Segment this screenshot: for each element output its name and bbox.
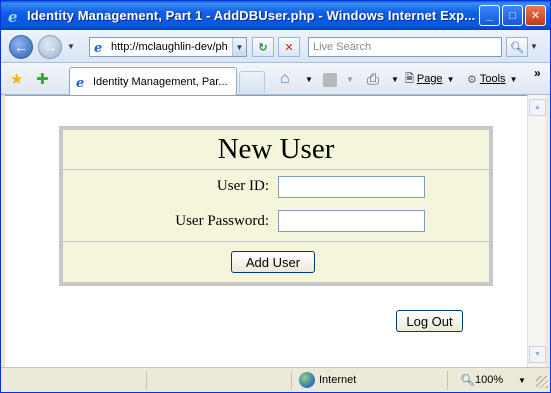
svg-text:e: e — [76, 76, 84, 89]
tab-identity-management[interactable]: e Identity Management, Par... — [69, 67, 237, 95]
close-icon: ✕ — [530, 10, 541, 22]
command-bar: ★ ✚ e Identity Management, Par... ⌂ ▼ ▼ … — [1, 63, 550, 95]
tools-menu-label: Tools — [479, 73, 506, 85]
tab-label: Identity Management, Par... — [93, 75, 228, 88]
navigation-bar: ← → ▼ e http://mclaughlin-dev/ph ▼ ↻ ✕ L… — [1, 30, 550, 63]
page-menu-label: Page — [416, 73, 443, 85]
search-button[interactable]: 🔍︎ — [506, 37, 528, 57]
page-icon: 🗎 — [405, 72, 414, 85]
security-zone-label: Internet — [319, 374, 357, 386]
gear-icon: ⚙ — [467, 73, 477, 86]
scroll-up-icon[interactable]: ▲ — [529, 99, 546, 116]
zoom-icon[interactable]: 🔍︎ — [460, 373, 475, 387]
add-favorites-icon[interactable]: ✚ — [36, 70, 49, 88]
form-title: New User — [63, 130, 489, 170]
search-input[interactable]: Live Search — [308, 37, 502, 57]
refresh-button[interactable]: ↻ — [252, 37, 274, 57]
home-icon[interactable]: ⌂ — [280, 69, 290, 89]
zoom-dropdown-icon[interactable]: ▼ — [518, 376, 526, 385]
maximize-button[interactable]: □ — [502, 5, 523, 26]
tools-menu-button[interactable]: ⚙ Tools ▼ — [467, 69, 517, 89]
resize-grip-icon[interactable] — [536, 376, 548, 388]
user-id-label: User ID: — [216, 178, 269, 194]
vertical-scrollbar[interactable]: ▲ ▼ — [527, 95, 546, 367]
internet-explorer-icon: e — [5, 7, 23, 25]
minimize-icon: _ — [486, 9, 493, 22]
log-out-button[interactable]: Log Out — [396, 310, 463, 332]
print-icon[interactable]: ⎙ — [367, 69, 379, 89]
status-bar: Internet 🔍︎ 100% ▼ — [1, 367, 550, 392]
feeds-dropdown-icon[interactable]: ▼ — [346, 69, 354, 89]
status-divider — [291, 371, 292, 390]
status-divider — [447, 371, 448, 390]
user-password-input[interactable] — [278, 210, 425, 232]
refresh-icon: ↻ — [258, 41, 268, 54]
globe-icon — [299, 372, 315, 388]
address-bar[interactable]: e http://mclaughlin-dev/ph ▼ — [89, 37, 247, 57]
forward-button[interactable]: → — [38, 35, 62, 59]
tools-dropdown-icon: ▼ — [509, 74, 518, 84]
back-arrow-icon: ← — [14, 39, 28, 55]
address-url: http://mclaughlin-dev/ph — [111, 41, 228, 53]
maximize-icon: □ — [509, 9, 516, 22]
address-dropdown-icon[interactable]: ▼ — [232, 38, 246, 56]
page-ie-icon: e — [93, 40, 107, 54]
search-placeholder: Live Search — [313, 41, 372, 53]
svg-text:e: e — [8, 8, 18, 24]
recent-pages-dropdown-icon[interactable]: ▼ — [67, 42, 75, 51]
form-divider — [63, 241, 489, 242]
page-content: New User User ID: User Password: Add Use… — [5, 95, 527, 367]
minimize-button[interactable]: _ — [479, 5, 500, 26]
title-bar[interactable]: e Identity Management, Part 1 - AddDBUse… — [1, 1, 550, 30]
close-button[interactable]: ✕ — [525, 5, 546, 26]
back-button[interactable]: ← — [9, 35, 33, 59]
window-title: Identity Management, Part 1 - AddDBUser.… — [27, 8, 476, 23]
favorites-star-icon[interactable]: ★ — [10, 70, 23, 88]
add-user-button[interactable]: Add User — [231, 251, 315, 273]
print-dropdown-icon[interactable]: ▼ — [391, 69, 399, 89]
svg-text:e: e — [94, 41, 102, 54]
stop-button[interactable]: ✕ — [278, 37, 300, 57]
forward-arrow-icon: → — [43, 39, 57, 55]
home-dropdown-icon[interactable]: ▼ — [305, 69, 313, 89]
status-divider — [146, 371, 147, 390]
more-commands-chevron-icon[interactable]: » — [534, 63, 541, 83]
page-menu-button[interactable]: 🗎 Page ▼ — [405, 69, 454, 89]
zoom-level[interactable]: 100% — [475, 374, 503, 386]
stop-icon: ✕ — [284, 41, 294, 54]
page-dropdown-icon: ▼ — [446, 74, 455, 84]
browser-window: e Identity Management, Part 1 - AddDBUse… — [0, 0, 551, 393]
user-password-label: User Password: — [175, 213, 269, 229]
feeds-icon[interactable] — [323, 73, 337, 87]
search-icon: 🔍︎ — [510, 41, 524, 54]
scroll-down-icon[interactable]: ▼ — [529, 346, 546, 363]
new-tab-button[interactable] — [239, 71, 265, 93]
user-id-input[interactable] — [278, 176, 425, 198]
tab-ie-icon: e — [75, 75, 89, 89]
search-options-dropdown-icon[interactable]: ▼ — [530, 42, 538, 51]
new-user-form: New User User ID: User Password: Add Use… — [59, 126, 493, 286]
